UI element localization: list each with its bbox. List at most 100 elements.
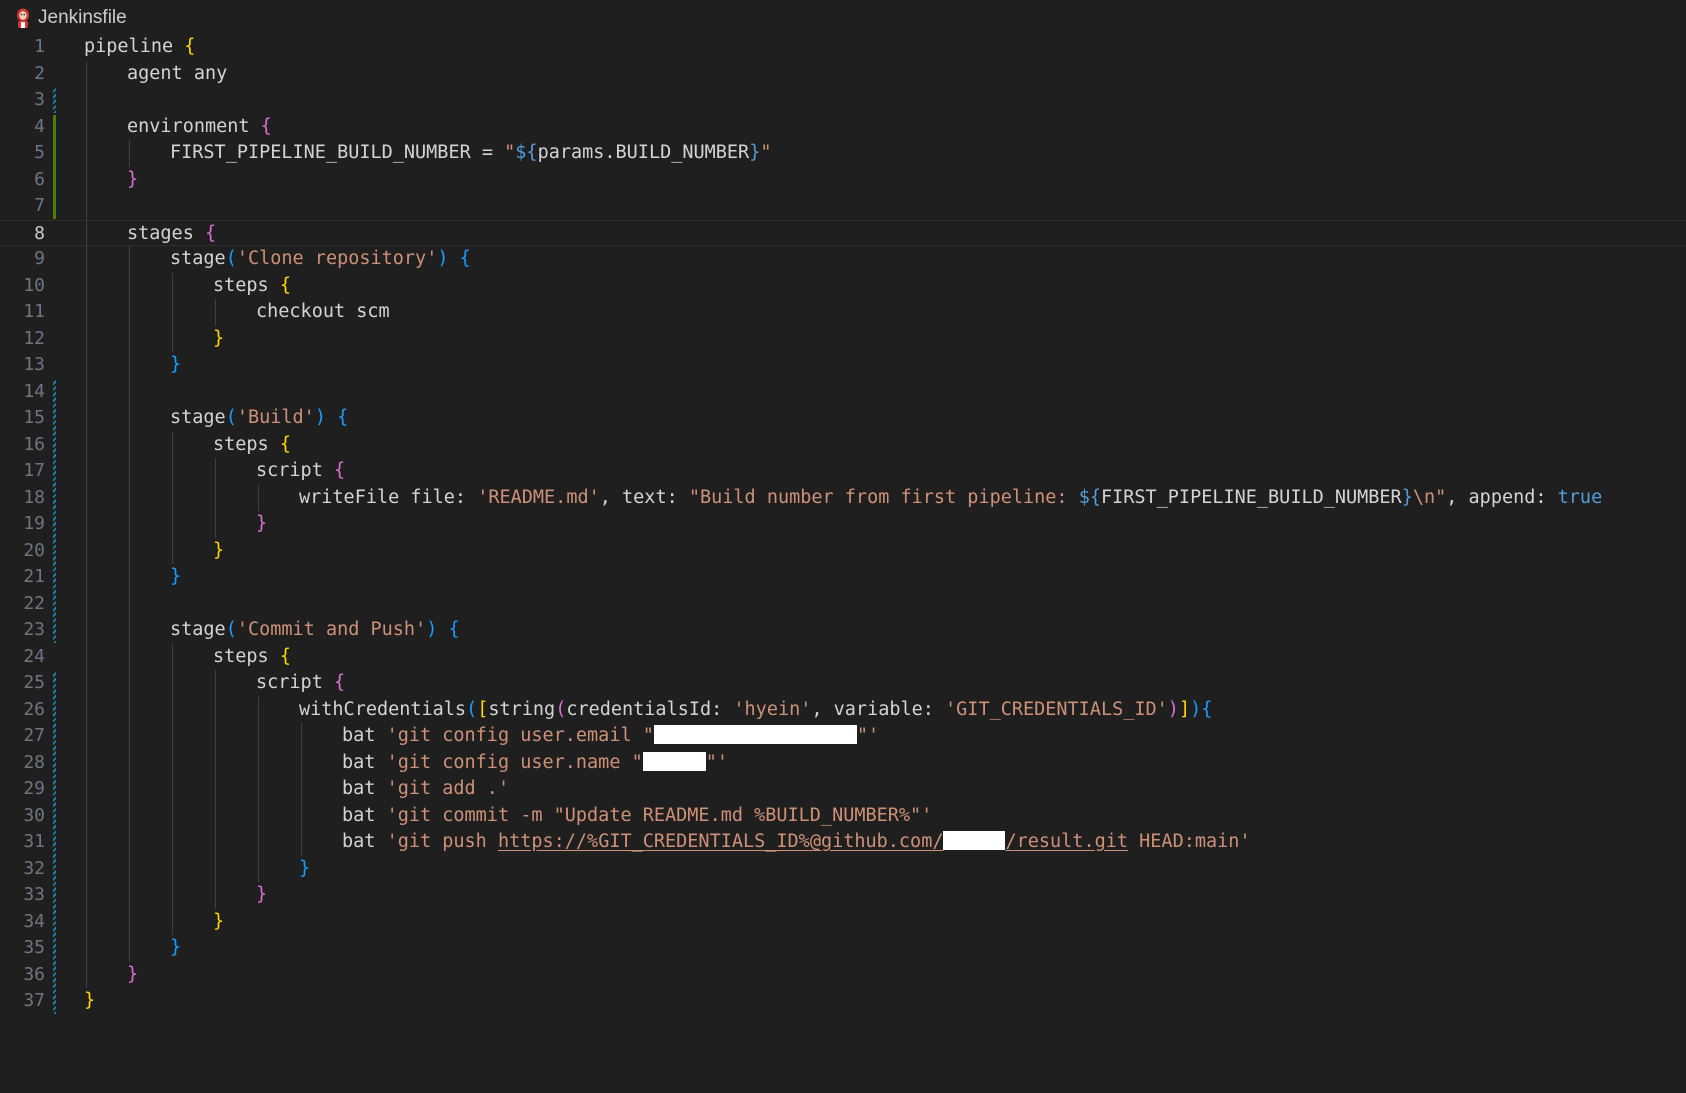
code-token: steps [213,433,280,455]
code-token: { [279,645,291,667]
code-token: ) [437,248,449,269]
indent-guide [215,458,216,538]
code-token: } [170,937,182,958]
code-text: } [213,326,224,353]
code-token: " [504,142,516,163]
line-number: 6 [34,168,45,190]
line-number: 26 [23,698,45,720]
line-number: 2 [34,62,45,84]
indent-guide [172,643,173,935]
line-number: 32 [23,857,45,879]
code-token: } [84,990,96,1011]
code-editor[interactable]: Jenkinsfile 1 pipeline {2 agent any 3 4 envir… [0,0,1686,1093]
line-number: 18 [23,486,45,508]
gutter-change-marker[interactable] [53,379,56,643]
code-line[interactable]: 17 script { [0,458,1686,485]
code-token: , variable: [811,698,946,720]
code-token: { [1201,698,1213,720]
code-line[interactable]: 19} [0,511,1686,538]
code-token: script [256,672,334,693]
line-number: 37 [23,990,45,1011]
code-token: { [260,115,272,137]
code-line[interactable]: 27 bat 'git config user.email " "' [0,723,1686,750]
code-line[interactable]: 8 stages { [0,219,1686,248]
code-line[interactable]: 20} [0,538,1686,565]
indent-guide [258,484,259,511]
code-line[interactable]: 3 [0,87,1686,114]
code-text: } [127,962,138,989]
line-number: 23 [23,619,45,640]
code-line[interactable]: 33} [0,882,1686,909]
code-line[interactable]: 4 environment { [0,114,1686,141]
code-text: steps { [213,432,291,459]
gutter-change-marker[interactable] [53,88,56,113]
code-token: 'git commit -m "Update README.md %BUILD_… [386,804,933,826]
file-name[interactable]: Jenkinsfile [38,5,127,31]
line-number: 30 [23,804,45,826]
gutter-change-marker[interactable] [53,671,56,1014]
code-text: stages { [127,221,216,248]
code-token: " [760,142,772,163]
code-token: , append: [1446,486,1558,508]
line-number: 25 [23,672,45,693]
line-number: 34 [23,910,45,932]
indent-guide [172,431,173,564]
code-token: stage [170,248,226,269]
code-line[interactable]: 22 [0,591,1686,618]
indent-guide [86,60,87,988]
code-line[interactable]: 26 withCredentials([string(credentialsId:… [0,697,1686,724]
code-line[interactable]: 25 script { [0,670,1686,697]
code-line[interactable]: 9 stage('Clone repository') { [0,246,1686,273]
code-line[interactable]: 23 stage('Commit and Push') { [0,617,1686,644]
line-number: 15 [23,407,45,428]
code-line[interactable]: 15 stage('Build') { [0,405,1686,432]
code-token: ] [1178,698,1191,720]
code-text: stage('Build') { [170,405,348,432]
code-line[interactable]: 12} [0,326,1686,353]
code-text: environment { [127,114,272,141]
line-number: 17 [23,460,45,481]
gutter-change-marker[interactable] [53,114,56,219]
code-line[interactable]: 29 bat 'git add .' [0,776,1686,803]
code-text: bat 'git push https://%GIT_CREDENTIALS_I… [342,829,1251,856]
code-token: ) [426,619,438,640]
code-token: "' [856,725,880,746]
code-text: pipeline { [84,34,195,61]
code-token: ) [1167,698,1179,720]
code-line[interactable]: 1 pipeline { [0,34,1686,61]
code-line[interactable]: 24 steps { [0,644,1686,671]
code-line[interactable]: 35} [0,935,1686,962]
code-token: } [299,857,311,879]
code-line[interactable]: 14 [0,379,1686,406]
code-line[interactable]: 5 FIRST_PIPELINE_BUILD_NUMBER = "${params… [0,140,1686,167]
breadcrumb[interactable]: Jenkinsfile [0,0,1686,36]
code-line[interactable]: 30 bat 'git commit -m "Update README.md %… [0,803,1686,830]
code-line[interactable]: 7 [0,193,1686,220]
code-area[interactable]: 1 pipeline {2 agent any 3 4 environment {5 FIR… [0,34,1686,1093]
code-line[interactable]: 31 bat 'git push https://%GIT_CREDENTIALS… [0,829,1686,856]
code-text: agent any [127,61,227,88]
code-token: FIRST_PIPELINE_BUILD_NUMBER [1100,486,1402,508]
code-line[interactable]: 37} [0,988,1686,1015]
code-line[interactable]: 10 steps { [0,273,1686,300]
code-token: FIRST_PIPELINE_BUILD_NUMBER = [170,142,505,163]
line-number: 1 [34,36,45,57]
code-line[interactable]: 34} [0,909,1686,936]
code-line[interactable]: 36} [0,962,1686,989]
line-number: 35 [23,937,45,958]
indent-guide [172,272,173,352]
line-number: 20 [23,539,45,561]
code-line[interactable]: 6} [0,167,1686,194]
code-token: { [337,407,349,428]
code-line[interactable]: 2 agent any [0,61,1686,88]
code-line[interactable]: 13} [0,352,1686,379]
code-token: { [448,619,460,640]
code-line[interactable]: 18 writeFile file: 'README.md', text: "Bu… [0,485,1686,512]
line-number: 36 [23,963,45,985]
code-line[interactable]: 16 steps { [0,432,1686,459]
line-number: 3 [34,89,45,110]
code-line[interactable]: 28 bat 'git config user.name " "' [0,750,1686,777]
code-line[interactable]: 32} [0,856,1686,883]
code-line[interactable]: 11 checkout scm [0,299,1686,326]
code-line[interactable]: 21} [0,564,1686,591]
